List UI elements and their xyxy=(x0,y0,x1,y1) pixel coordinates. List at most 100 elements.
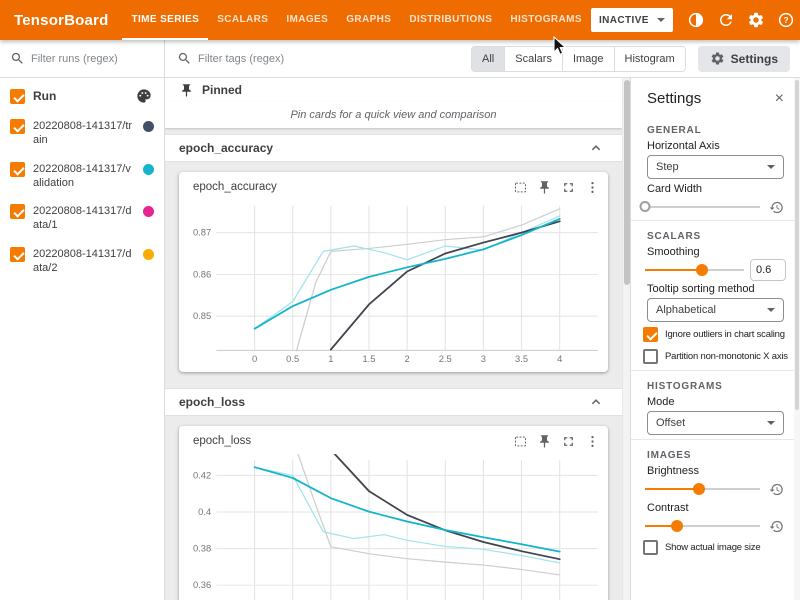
scrollbar-thumb[interactable] xyxy=(795,80,799,410)
slider-thumb[interactable] xyxy=(693,483,705,495)
collapse-section-button[interactable] xyxy=(584,136,608,160)
tags-filter-input[interactable] xyxy=(198,53,471,65)
scalar-chart-epoch-accuracy[interactable]: 00.511.522.533.540.850.860.87 xyxy=(179,200,608,372)
show-actual-size-row[interactable]: Show actual image size xyxy=(643,539,788,556)
svg-text:0.42: 0.42 xyxy=(193,471,211,481)
filter-chip-all[interactable]: All xyxy=(472,47,504,71)
reset-brightness-button[interactable] xyxy=(766,479,786,499)
section-header[interactable]: epoch_loss xyxy=(165,388,622,416)
settings-scrollbar[interactable] xyxy=(794,78,800,600)
run-color-dot xyxy=(143,206,154,217)
more-options-button[interactable] xyxy=(580,175,604,199)
card-width-label: Card Width xyxy=(647,183,784,195)
topbar-actions: INACTIVE ? xyxy=(591,0,800,40)
settings-group-images: IMAGES Brightness Contrast xyxy=(631,439,800,556)
settings-group-histograms: HISTOGRAMS Mode Offset xyxy=(631,370,800,435)
filter-chip-histogram[interactable]: Histogram xyxy=(614,47,685,71)
contrast-control xyxy=(645,517,786,535)
tab-graphs[interactable]: GRAPHS xyxy=(337,0,400,40)
svg-text:0.4: 0.4 xyxy=(198,507,211,517)
fit-to-data-button[interactable] xyxy=(508,429,532,453)
run-row-data-2[interactable]: 20220808-141317/data/2 xyxy=(0,240,164,283)
filter-chip-image[interactable]: Image xyxy=(562,47,614,71)
histogram-mode-select[interactable]: Offset xyxy=(647,411,784,435)
horizontal-axis-select[interactable]: Step xyxy=(647,155,784,179)
brightness-slider[interactable] xyxy=(645,482,760,496)
runs-filter-input[interactable] xyxy=(31,53,154,65)
filter-chip-scalars[interactable]: Scalars xyxy=(504,47,562,71)
slider-thumb[interactable] xyxy=(696,264,708,276)
pin-icon xyxy=(537,434,552,449)
theme-toggle-icon xyxy=(687,11,705,29)
run-row-data-1[interactable]: 20220808-141317/data/1 xyxy=(0,197,164,240)
refresh-button[interactable] xyxy=(713,7,739,33)
show-actual-size-label: Show actual image size xyxy=(665,542,760,553)
slider-thumb[interactable] xyxy=(671,520,683,532)
scalar-chart-epoch-loss[interactable]: 00.511.522.533.540.360.380.40.42 xyxy=(179,454,608,600)
group-heading: HISTOGRAMS xyxy=(647,381,784,392)
gear-icon xyxy=(747,11,765,29)
tab-scalars[interactable]: SCALARS xyxy=(208,0,277,40)
svg-text:0: 0 xyxy=(252,354,257,364)
pin-card-button[interactable] xyxy=(532,175,556,199)
slider-thumb[interactable] xyxy=(640,201,651,212)
run-checkbox[interactable] xyxy=(10,204,25,219)
pin-card-button[interactable] xyxy=(532,429,556,453)
chevron-down-icon xyxy=(767,308,775,312)
partition-x-axis-row[interactable]: Partition non-monotonic X axis i xyxy=(643,348,788,365)
section-header[interactable]: epoch_accuracy xyxy=(165,134,622,162)
settings-panel: Settings × GENERAL Horizontal Axis Step … xyxy=(630,78,800,600)
select-all-runs-checkbox[interactable] xyxy=(10,89,25,104)
app-title[interactable]: TensorBoard xyxy=(0,0,122,40)
ignore-outliers-checkbox[interactable] xyxy=(643,327,658,342)
card-width-slider[interactable] xyxy=(645,200,760,214)
smoothing-value-input[interactable] xyxy=(750,259,786,281)
tab-images[interactable]: IMAGES xyxy=(277,0,337,40)
fullscreen-button[interactable] xyxy=(556,175,580,199)
show-actual-size-checkbox[interactable] xyxy=(643,540,658,555)
reload-status-select[interactable]: INACTIVE xyxy=(591,8,673,32)
run-color-dot xyxy=(143,249,154,260)
fullscreen-button[interactable] xyxy=(556,429,580,453)
refresh-icon xyxy=(717,11,735,29)
fit-to-data-button[interactable] xyxy=(508,175,532,199)
help-button[interactable]: ? xyxy=(773,7,799,33)
tab-time-series[interactable]: TIME SERIES xyxy=(122,0,208,40)
run-color-dot xyxy=(143,164,154,175)
run-checkbox[interactable] xyxy=(10,247,25,262)
tensorboard-app: TensorBoard TIME SERIES SCALARS IMAGES G… xyxy=(0,0,800,600)
scalar-card-epoch-loss: epoch_loss xyxy=(179,426,608,600)
settings-toggle-button[interactable]: Settings xyxy=(698,46,790,72)
reset-card-width-button[interactable] xyxy=(766,197,786,217)
contrast-label: Contrast xyxy=(647,502,784,514)
close-settings-button[interactable]: × xyxy=(773,91,786,107)
run-row-train[interactable]: 20220808-141317/train xyxy=(0,112,164,155)
run-row-validation[interactable]: 20220808-141317/validation xyxy=(0,155,164,198)
svg-text:1: 1 xyxy=(328,354,333,364)
collapse-section-button[interactable] xyxy=(584,390,608,414)
run-color-palette-button[interactable] xyxy=(134,86,154,106)
card-area: epoch_loss xyxy=(165,416,622,600)
partition-x-axis-checkbox[interactable] xyxy=(643,349,658,364)
settings-gear-button[interactable] xyxy=(743,7,769,33)
theme-toggle-button[interactable] xyxy=(683,7,709,33)
tab-distributions[interactable]: DISTRIBUTIONS xyxy=(400,0,501,40)
ignore-outliers-row[interactable]: Ignore outliers in chart scaling xyxy=(643,326,788,343)
smoothing-slider[interactable] xyxy=(645,263,744,277)
horizontal-axis-value: Step xyxy=(656,161,679,173)
tab-histograms[interactable]: HISTOGRAMS xyxy=(501,0,591,40)
settings-group-scalars: SCALARS Smoothing Tooltip sorting method… xyxy=(631,220,800,365)
more-options-button[interactable] xyxy=(580,429,604,453)
reset-contrast-button[interactable] xyxy=(766,516,786,536)
tooltip-sort-select[interactable]: Alphabetical xyxy=(647,298,784,322)
run-checkbox[interactable] xyxy=(10,119,25,134)
tags-filter xyxy=(177,51,471,66)
card-width-control xyxy=(645,198,786,216)
contrast-slider[interactable] xyxy=(645,519,760,533)
section-title: epoch_accuracy xyxy=(179,141,584,155)
run-checkbox[interactable] xyxy=(10,162,25,177)
svg-text:0.5: 0.5 xyxy=(286,354,299,364)
histogram-mode-value: Offset xyxy=(656,417,685,429)
main-scrollbar[interactable] xyxy=(622,78,630,600)
chevron-up-icon xyxy=(588,140,604,156)
